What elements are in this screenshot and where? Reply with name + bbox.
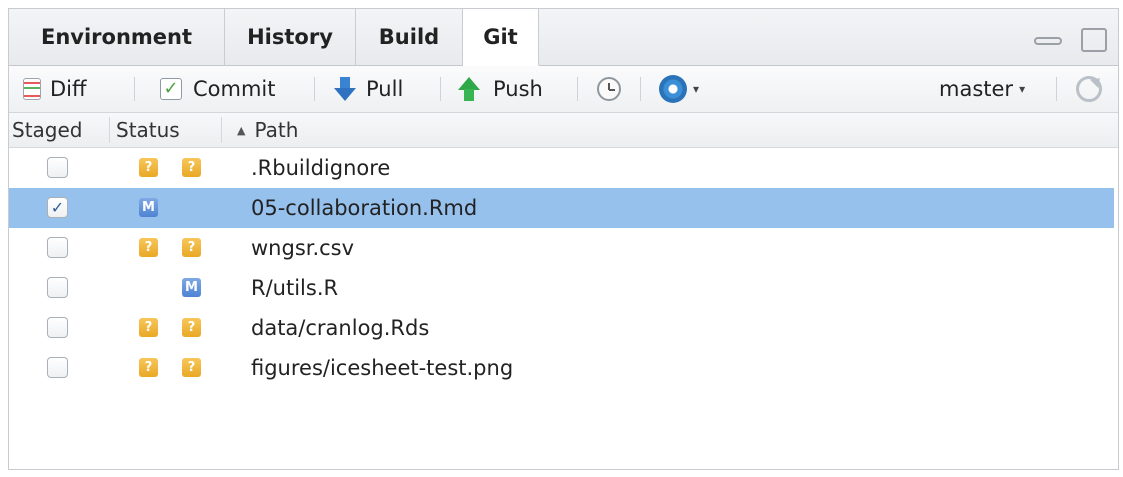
status-column-header[interactable]: Status (116, 113, 180, 147)
staged-checkbox[interactable] (47, 237, 68, 258)
staged-checkbox[interactable]: ✓ (47, 197, 68, 218)
file-path: 05-collaboration.Rmd (251, 196, 478, 220)
file-path: R/utils.R (251, 276, 339, 300)
column-divider (109, 117, 110, 143)
refresh-icon (1076, 76, 1102, 102)
untracked-status-icon: ? (182, 158, 201, 177)
file-path: .Rbuildignore (251, 156, 391, 180)
toolbar-divider (1056, 77, 1057, 101)
branch-dropdown[interactable]: master ▾ (939, 66, 1025, 112)
refresh-button[interactable] (1076, 66, 1102, 112)
staged-checkbox[interactable] (47, 357, 68, 378)
toolbar-divider (440, 77, 441, 101)
untracked-status-icon: ? (182, 318, 201, 337)
staged-column-header[interactable]: Staged (12, 113, 83, 147)
gear-icon (659, 75, 687, 103)
sort-ascending-icon: ▲ (237, 123, 246, 137)
untracked-status-icon: ? (139, 358, 158, 377)
staged-checkbox[interactable] (47, 157, 68, 178)
file-path: wngsr.csv (251, 236, 355, 260)
path-header-label: Path (254, 118, 299, 142)
status-header-label: Status (116, 118, 180, 142)
untracked-status-icon: ? (139, 318, 158, 337)
file-path: figures/icesheet-test.png (251, 356, 514, 380)
minimize-icon[interactable] (1034, 37, 1062, 45)
commit-label: Commit (193, 77, 276, 101)
clock-icon (597, 77, 621, 101)
tab-build[interactable]: Build (356, 9, 463, 65)
table-row[interactable]: M R/utils.R (9, 268, 1118, 308)
table-row[interactable]: ? ? .Rbuildignore (9, 148, 1118, 188)
table-row[interactable]: ? ? data/cranlog.Rds (9, 308, 1118, 348)
untracked-status-icon: ? (182, 238, 201, 257)
chevron-down-icon: ▾ (693, 82, 700, 96)
staged-header-label: Staged (12, 118, 83, 142)
push-arrow-up-icon (458, 77, 480, 101)
toolbar-divider (577, 77, 578, 101)
tab-git[interactable]: Git (463, 9, 539, 66)
pull-arrow-down-icon (334, 77, 356, 101)
git-toolbar: Diff ✓ Commit Pull Push ▾ master ▾ (9, 66, 1118, 113)
diff-label: Diff (50, 77, 87, 101)
untracked-status-icon: ? (139, 158, 158, 177)
more-menu-button[interactable]: ▾ (659, 66, 699, 112)
git-pane: Environment History Build Git Diff ✓ Com… (8, 8, 1119, 470)
diff-button[interactable]: Diff (23, 66, 86, 112)
modified-status-icon: M (139, 198, 158, 217)
toolbar-divider (314, 77, 315, 101)
staged-checkbox[interactable] (47, 317, 68, 338)
untracked-status-icon: ? (182, 358, 201, 377)
push-button[interactable]: Push (457, 66, 543, 112)
toolbar-divider (640, 77, 641, 101)
commit-button[interactable]: ✓ Commit (160, 66, 276, 112)
table-row[interactable]: ? ? figures/icesheet-test.png (9, 348, 1118, 388)
maximize-icon[interactable] (1081, 28, 1107, 52)
pull-label: Pull (366, 77, 404, 101)
push-label: Push (493, 77, 543, 101)
history-button[interactable] (597, 66, 621, 112)
commit-icon: ✓ (160, 78, 182, 100)
table-row[interactable]: ? ? wngsr.csv (9, 228, 1118, 268)
table-row[interactable]: ✓ M 05-collaboration.Rmd (9, 188, 1114, 228)
branch-label: master (939, 77, 1014, 101)
column-header: Staged Status ▲ Path (9, 113, 1118, 148)
chevron-down-icon: ▾ (1019, 82, 1026, 96)
tab-bar: Environment History Build Git (9, 9, 1118, 66)
file-path: data/cranlog.Rds (251, 316, 430, 340)
modified-status-icon: M (182, 278, 201, 297)
toolbar-divider (134, 77, 135, 101)
diff-icon (23, 78, 41, 100)
pull-button[interactable]: Pull (333, 66, 403, 112)
column-divider (221, 117, 222, 143)
path-column-header[interactable]: ▲ Path (237, 113, 298, 147)
staged-checkbox[interactable] (47, 277, 68, 298)
tab-environment[interactable]: Environment (9, 9, 225, 65)
untracked-status-icon: ? (139, 238, 158, 257)
tab-history[interactable]: History (225, 9, 356, 65)
